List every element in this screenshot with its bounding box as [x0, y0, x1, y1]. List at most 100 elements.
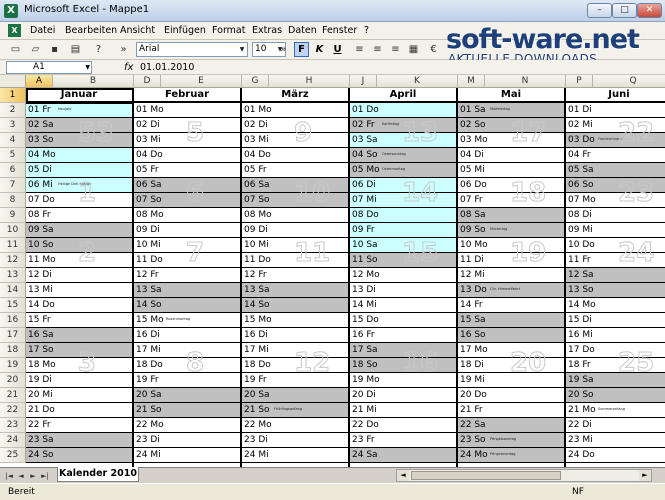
day-cell[interactable]: 03 Mo: [458, 133, 564, 148]
day-cell[interactable]: 04 Do: [134, 148, 240, 163]
day-cell[interactable]: 04 So Ostersonntag: [350, 148, 456, 163]
day-cell[interactable]: 18 Di: [458, 358, 564, 373]
day-cell[interactable]: 07 So: [134, 193, 240, 208]
day-cell[interactable]: 19 Fr: [134, 373, 240, 388]
row-header-23[interactable]: 23: [0, 418, 26, 433]
row-header-14[interactable]: 14: [0, 283, 26, 298]
toolbar-overflow-icon[interactable]: »: [276, 42, 291, 57]
align-right-icon[interactable]: ≡: [388, 42, 403, 57]
day-cell[interactable]: 02 Mi: [566, 118, 665, 133]
day-cell[interactable]: 16 Di: [134, 328, 240, 343]
row-header-1[interactable]: 1: [0, 88, 26, 103]
column-header-p[interactable]: P: [566, 75, 593, 88]
row-header-20[interactable]: 20: [0, 373, 26, 388]
day-cell[interactable]: 14 Fr: [458, 298, 564, 313]
month-header[interactable]: April: [350, 88, 456, 103]
day-cell[interactable]: 11 Fr: [566, 253, 665, 268]
month-header[interactable]: Februar: [134, 88, 240, 103]
day-cell[interactable]: 22 Mo: [134, 418, 240, 433]
month-header[interactable]: Juni: [566, 88, 665, 103]
column-header-b[interactable]: B: [53, 75, 134, 88]
day-cell[interactable]: 09 Di: [242, 223, 348, 238]
day-cell[interactable]: 22 Fr: [26, 418, 132, 433]
day-cell[interactable]: 17 Do: [566, 343, 665, 358]
day-cell[interactable]: 20 Do: [458, 388, 564, 403]
day-cell[interactable]: 05 Mo Ostermontag: [350, 163, 456, 178]
row-header-6[interactable]: 6: [0, 163, 26, 178]
prev-sheet-icon[interactable]: ◄: [16, 470, 26, 482]
document-icon[interactable]: X: [8, 24, 21, 37]
day-cell[interactable]: 01 Di: [566, 103, 665, 118]
day-cell[interactable]: 21 Mo Sommeranfang: [566, 403, 665, 418]
row-header-22[interactable]: 22: [0, 403, 26, 418]
align-left-icon[interactable]: ≡: [352, 42, 367, 57]
day-cell[interactable]: 11 Mo: [26, 253, 132, 268]
day-cell[interactable]: 22 Di: [566, 418, 665, 433]
day-cell[interactable]: 08 Mo: [134, 208, 240, 223]
column-header-a[interactable]: A: [26, 75, 53, 88]
maximize-button[interactable]: □: [612, 3, 637, 18]
day-cell[interactable]: 21 So: [134, 403, 240, 418]
day-cell[interactable]: 16 Fr: [350, 328, 456, 343]
day-cell[interactable]: 12 Sa: [566, 268, 665, 283]
row-header-5[interactable]: 5: [0, 148, 26, 163]
day-cell[interactable]: 06 Sa: [134, 178, 240, 193]
day-cell[interactable]: 17 Mo: [458, 343, 564, 358]
row-header-24[interactable]: 24: [0, 433, 26, 448]
column-header-n[interactable]: N: [485, 75, 566, 88]
day-cell[interactable]: 11 Do: [134, 253, 240, 268]
day-cell[interactable]: 16 Di: [242, 328, 348, 343]
month-header[interactable]: Januar: [26, 88, 132, 103]
day-cell[interactable]: 18 Fr: [566, 358, 665, 373]
day-cell[interactable]: 09 Fr: [350, 223, 456, 238]
day-cell[interactable]: 19 Sa: [566, 373, 665, 388]
italic-button[interactable]: K: [312, 42, 327, 57]
next-sheet-icon[interactable]: ►: [28, 470, 38, 482]
day-cell[interactable]: 18 Do: [242, 358, 348, 373]
sheet-tab-kalender-2010[interactable]: Kalender 2010: [57, 467, 139, 482]
day-cell[interactable]: 19 Di: [26, 373, 132, 388]
day-cell[interactable]: 24 So: [26, 448, 132, 463]
day-cell[interactable]: 14 So: [134, 298, 240, 313]
day-cell[interactable]: 08 Sa: [458, 208, 564, 223]
last-sheet-icon[interactable]: ►|: [40, 470, 50, 482]
day-cell[interactable]: 13 Sa: [134, 283, 240, 298]
day-cell[interactable]: 18 Do: [134, 358, 240, 373]
day-cell[interactable]: 20 Sa: [134, 388, 240, 403]
spreadsheet-grid[interactable]: ABDEGHJKMNPQ 1 2 3 4 5 6 7 8 9 10 11 12 13 14 15 16 17 18…: [0, 75, 665, 467]
menu-einfuegen[interactable]: Einfügen: [164, 25, 206, 36]
row-header-18[interactable]: 18: [0, 343, 26, 358]
day-cell[interactable]: 07 Mo: [566, 193, 665, 208]
day-cell[interactable]: 01 Sa Maifeiertag: [458, 103, 564, 118]
day-cell[interactable]: 16 So: [458, 328, 564, 343]
day-cell[interactable]: 11 So: [350, 253, 456, 268]
day-cell[interactable]: 02 Fr Karfreitag: [350, 118, 456, 133]
day-cell[interactable]: 09 Mi: [566, 223, 665, 238]
day-cell[interactable]: 11 Do: [242, 253, 348, 268]
day-cell[interactable]: 12 Mo: [350, 268, 456, 283]
row-header-21[interactable]: 21: [0, 388, 26, 403]
day-cell[interactable]: 10 Mi: [134, 238, 240, 253]
row-header-9[interactable]: 9: [0, 208, 26, 223]
menu-bearbeiten[interactable]: Bearbeiten: [65, 25, 117, 36]
day-cell[interactable]: 21 Do: [26, 403, 132, 418]
day-cell[interactable]: 12 Di: [26, 268, 132, 283]
row-header-8[interactable]: 8: [0, 193, 26, 208]
font-name-select[interactable]: Arial ▼: [136, 42, 248, 57]
day-cell[interactable]: 10 So: [26, 238, 132, 253]
day-cell[interactable]: 17 Sa: [350, 343, 456, 358]
day-cell[interactable]: 12 Mi: [458, 268, 564, 283]
row-header-17[interactable]: 17: [0, 328, 26, 343]
day-cell[interactable]: 01 Fr Neujahr: [26, 103, 132, 118]
day-cell[interactable]: 10 Sa: [350, 238, 456, 253]
month-header[interactable]: Mai: [458, 88, 564, 103]
day-cell[interactable]: 23 Di: [134, 433, 240, 448]
row-header-3[interactable]: 3: [0, 118, 26, 133]
day-cell[interactable]: 19 Mo: [350, 373, 456, 388]
month-header[interactable]: März: [242, 88, 348, 103]
day-cell[interactable]: 07 Do: [26, 193, 132, 208]
day-cell[interactable]: 16 Sa: [26, 328, 132, 343]
day-cell[interactable]: 22 Sa: [458, 418, 564, 433]
row-header-4[interactable]: 4: [0, 133, 26, 148]
menu-datei[interactable]: Datei: [30, 25, 55, 36]
